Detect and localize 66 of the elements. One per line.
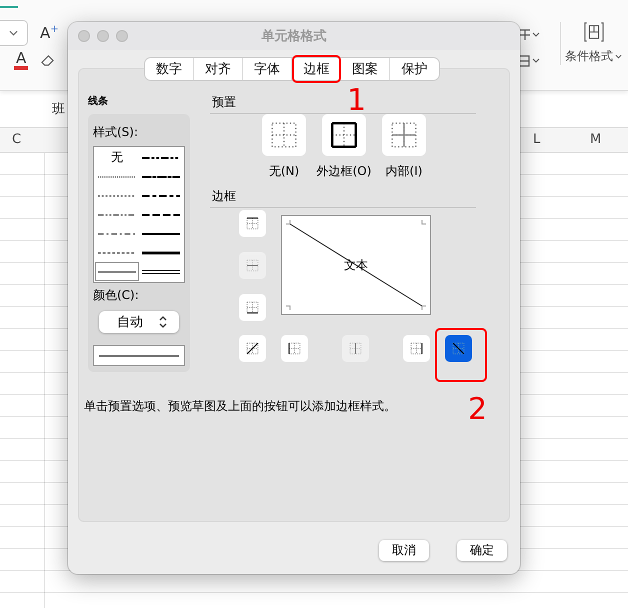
cell-icon[interactable] (518, 54, 540, 68)
step-number: 2 (468, 395, 488, 425)
border-button[interactable] (239, 335, 266, 362)
preset-grid-icon (271, 122, 297, 148)
style-label: 样式(S): (93, 124, 140, 141)
preset-label: 内部(I) (386, 163, 422, 180)
border-grid-icon (246, 217, 259, 230)
cancel-button[interactable]: 取消 (379, 540, 429, 561)
tab[interactable]: 图案 (341, 58, 390, 80)
line-style-option[interactable]: 无 (95, 148, 139, 167)
line-sample-icon (142, 192, 180, 198)
ok-button[interactable]: 确定 (457, 540, 507, 561)
increase-font-button[interactable]: A$^{+}$ (40, 24, 59, 42)
border-preview[interactable]: 文本 (281, 215, 431, 315)
line-style-option[interactable] (95, 262, 139, 281)
border-grid-icon (246, 259, 259, 272)
line-sample-icon (98, 250, 136, 256)
border-button[interactable] (445, 335, 472, 362)
preset-label: 无(N) (268, 163, 300, 180)
eraser-icon[interactable] (40, 54, 56, 66)
line-sample-icon (142, 250, 180, 256)
preview-text: 文本 (344, 256, 368, 274)
column-header[interactable]: L (533, 132, 540, 147)
line-sample-icon (98, 212, 136, 218)
color-select[interactable]: 自动 (99, 311, 179, 333)
border-grid-icon (246, 342, 259, 355)
conditional-format-icon[interactable] (584, 22, 604, 42)
line-sample-icon (142, 174, 180, 180)
tab[interactable]: 保护 (390, 58, 439, 80)
line-sample-icon (142, 268, 180, 274)
tab[interactable]: 边框 (292, 55, 341, 83)
tab[interactable]: 数字 (145, 58, 194, 80)
preset-grid-icon (331, 122, 357, 148)
table-icon[interactable] (518, 28, 540, 42)
line-sample-icon (98, 268, 136, 274)
preset-grid-icon (391, 122, 417, 148)
border-grid-icon (452, 342, 465, 355)
column-header[interactable]: M (590, 132, 602, 147)
font-color-button[interactable]: A (14, 50, 28, 70)
chevron-icon (9, 30, 18, 36)
row-label: 班 (52, 101, 65, 118)
border-grid-icon (246, 301, 259, 314)
line-sample-icon (142, 154, 180, 160)
line-sample-icon (98, 174, 136, 180)
preset-label: 外边框(O) (316, 163, 372, 180)
section-label: 线条 (88, 94, 109, 108)
hint-text: 单击预置选项、预览草图及上面的按钮可以添加边框样式。 (84, 398, 396, 415)
tab[interactable]: 对齐 (194, 58, 243, 80)
column-header[interactable]: C (12, 132, 22, 147)
line-sample-icon (98, 230, 136, 236)
color-label: 颜色(C): (93, 287, 140, 304)
step-number: 1 (347, 86, 366, 116)
conditional-format-button[interactable]: 条件格式 (565, 48, 613, 65)
border-grid-icon (288, 342, 301, 355)
window-title: 单元格格式 (262, 28, 326, 45)
line-sample-icon (142, 230, 180, 236)
border-grid-icon (349, 342, 362, 355)
tab[interactable]: 字体 (243, 58, 292, 80)
border-grid-icon (410, 342, 423, 355)
section-label: 边框 (210, 188, 476, 208)
chevron-icon (615, 54, 622, 59)
line-sample-icon (98, 192, 136, 198)
preset-button[interactable] (322, 114, 366, 156)
line-sample-icon (142, 212, 180, 218)
updown-icon (159, 316, 167, 328)
highlight-frame (435, 328, 487, 382)
